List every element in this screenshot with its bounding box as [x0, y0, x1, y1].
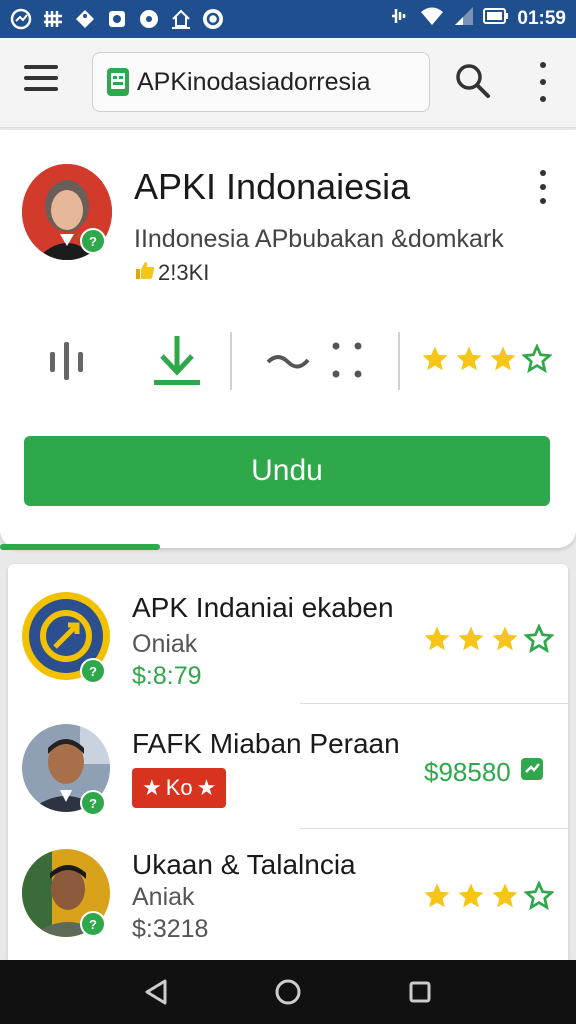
app-logo: ?	[22, 592, 110, 684]
list-item-subtitle: Aniak	[132, 883, 195, 911]
rating-stars	[422, 881, 554, 911]
featured-tag: ★ Ko ★	[132, 768, 227, 808]
recents-square-icon[interactable]	[405, 977, 435, 1007]
app-bar: APKinodasiadorresia	[0, 38, 576, 128]
star-filled-icon	[424, 883, 450, 908]
star-filled-icon	[458, 883, 484, 908]
avatar: ?	[22, 164, 112, 260]
rating-stars	[420, 344, 552, 374]
app-list: ? APK Indaniai ekaben Oniak $:8:79 ? FAF…	[8, 564, 568, 964]
verified-badge: ?	[80, 790, 106, 816]
download-icon[interactable]	[152, 332, 202, 395]
equalizer-icon[interactable]	[46, 340, 88, 387]
avatar: ?	[22, 724, 110, 816]
hamburger-icon[interactable]	[24, 65, 60, 95]
list-item-price: $98580	[424, 756, 545, 789]
verified-badge: ?	[80, 658, 106, 684]
divider	[230, 332, 232, 390]
divider	[398, 332, 400, 390]
cell-signal-icon	[453, 5, 475, 33]
circle-dot-icon	[138, 8, 160, 30]
square-icon	[106, 8, 128, 30]
star-outline-icon	[524, 881, 554, 911]
system-nav-bar	[0, 960, 576, 1024]
android-app-icon	[107, 68, 129, 96]
speed-icon	[10, 8, 32, 30]
star-icon: ★	[142, 775, 162, 800]
star-outline-icon	[524, 624, 554, 654]
refresh-icon[interactable]	[519, 756, 545, 789]
home-icon	[170, 8, 192, 30]
url-bar[interactable]: APKinodasiadorresia	[92, 52, 430, 112]
list-item-title: FAFK Miaban Peraan	[132, 728, 400, 759]
list-item-title: Ukaan & Talalncia	[132, 849, 356, 880]
featured-app-card: ? APKI Indonaiesia IIndonesia APbubakan …	[0, 130, 576, 550]
avatar: ?	[22, 849, 110, 937]
star-filled-icon	[490, 346, 516, 371]
wave-icon[interactable]	[266, 350, 312, 375]
list-item-subtitle: Oniak	[132, 630, 198, 658]
star-filled-icon	[458, 626, 484, 651]
star-filled-icon	[492, 883, 518, 908]
signal-icon	[389, 5, 411, 33]
wifi-icon	[419, 5, 445, 33]
status-bar: 01:59	[0, 0, 576, 38]
thumbs-up-icon	[134, 260, 156, 286]
verified-badge: ?	[80, 228, 106, 254]
battery-icon	[483, 5, 509, 33]
verified-badge: ?	[80, 911, 106, 937]
likes-count: 2!3KI	[134, 260, 209, 286]
grid-dots-icon[interactable]	[330, 340, 364, 385]
list-item[interactable]: ? Ukaan & Talalncia Aniak $:3218	[8, 829, 568, 964]
app-title: APKI Indonaiesia	[134, 166, 411, 207]
list-item-price: $:3218	[132, 915, 209, 943]
list-item-title: APK Indaniai ekaben	[132, 592, 394, 623]
action-row	[0, 326, 576, 396]
star-outline-icon	[522, 344, 552, 374]
home-circle-icon[interactable]	[273, 977, 303, 1007]
list-item[interactable]: ? APK Indaniai ekaben Oniak $:8:79	[8, 564, 568, 702]
star-filled-icon	[422, 346, 448, 371]
app-icon	[202, 8, 224, 30]
app-subtitle: IIndonesia APbubakan &domkark	[134, 225, 504, 253]
rating-stars	[422, 624, 554, 654]
tag-icon	[74, 8, 96, 30]
progress-indicator	[0, 544, 160, 550]
download-button[interactable]: Undu	[24, 436, 550, 506]
star-filled-icon	[456, 346, 482, 371]
more-vert-icon[interactable]	[532, 62, 554, 102]
list-item-price: $:8:79	[132, 662, 202, 690]
grid-icon	[42, 8, 64, 30]
search-icon[interactable]	[454, 62, 492, 100]
url-text: APKinodasiadorresia	[137, 67, 371, 96]
card-more-icon[interactable]	[536, 170, 550, 204]
star-icon: ★	[196, 775, 217, 800]
back-triangle-icon[interactable]	[141, 977, 171, 1007]
clock-time: 01:59	[517, 8, 566, 29]
star-filled-icon	[424, 626, 450, 651]
list-item[interactable]: ? FAFK Miaban Peraan ★ Ko ★ $98580	[8, 704, 568, 828]
star-filled-icon	[492, 626, 518, 651]
